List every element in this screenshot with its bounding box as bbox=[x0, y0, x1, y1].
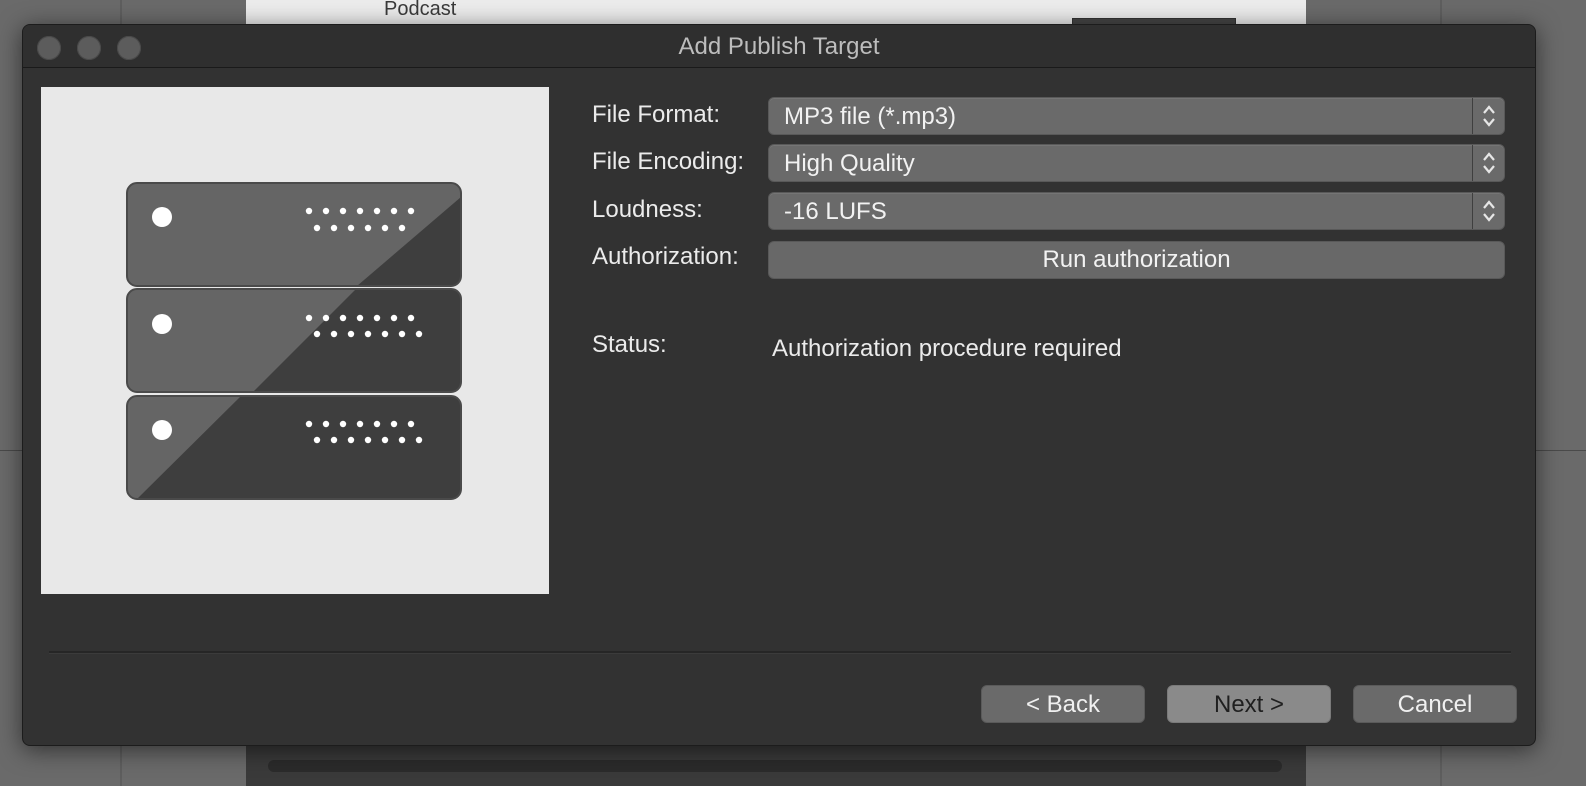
led-dot bbox=[347, 330, 355, 338]
led-dot bbox=[373, 420, 381, 428]
led-dot bbox=[364, 224, 372, 232]
background-scrollbar bbox=[268, 760, 1282, 772]
led-dot bbox=[407, 314, 415, 322]
server-unit bbox=[127, 396, 461, 499]
led-dot bbox=[381, 436, 389, 444]
led-dot bbox=[407, 420, 415, 428]
led-dot bbox=[407, 207, 415, 215]
led-dot bbox=[339, 420, 347, 428]
led-dot bbox=[339, 314, 347, 322]
up-down-chevron-icon bbox=[1472, 193, 1504, 229]
led-dot bbox=[364, 330, 372, 338]
led-dot bbox=[390, 420, 398, 428]
led-dot bbox=[390, 314, 398, 322]
led-dot bbox=[347, 224, 355, 232]
led-dot bbox=[330, 330, 338, 338]
add-publish-target-dialog: Add Publish Target File Format: MP3 file… bbox=[22, 24, 1536, 746]
up-down-chevron-icon bbox=[1472, 98, 1504, 134]
led-dot bbox=[322, 207, 330, 215]
status-label: Status: bbox=[592, 331, 667, 358]
led-dot bbox=[390, 207, 398, 215]
file-encoding-label: File Encoding: bbox=[592, 148, 745, 175]
authorization-label: Authorization: bbox=[592, 243, 739, 270]
run-authorization-button[interactable]: Run authorization bbox=[768, 241, 1505, 279]
up-down-chevron-icon bbox=[1472, 145, 1504, 181]
led-dot bbox=[356, 207, 364, 215]
server-rack-icon bbox=[126, 182, 462, 500]
dialog-title: Add Publish Target bbox=[678, 33, 880, 60]
led-dot bbox=[339, 207, 347, 215]
led-dot bbox=[373, 314, 381, 322]
background-divider bbox=[0, 450, 22, 451]
led-dot bbox=[330, 224, 338, 232]
led-dot bbox=[356, 420, 364, 428]
led-dot bbox=[330, 436, 338, 444]
led-dot bbox=[373, 207, 381, 215]
led-dot bbox=[305, 314, 313, 322]
file-encoding-value: High Quality bbox=[784, 150, 915, 177]
background-bottom-area bbox=[246, 746, 1306, 786]
led-dot bbox=[313, 330, 321, 338]
led-dot bbox=[398, 224, 406, 232]
led-dot bbox=[364, 436, 372, 444]
led-dot bbox=[415, 436, 423, 444]
file-format-value: MP3 file (*.mp3) bbox=[784, 103, 957, 130]
led-dot bbox=[322, 420, 330, 428]
loudness-value: -16 LUFS bbox=[784, 198, 887, 225]
led-dot bbox=[398, 330, 406, 338]
background-podcast-label: Podcast bbox=[384, 0, 457, 20]
server-unit bbox=[127, 289, 461, 392]
led-dot bbox=[305, 207, 313, 215]
loudness-select[interactable]: -16 LUFS bbox=[768, 192, 1505, 230]
led-dot bbox=[305, 420, 313, 428]
led-dot bbox=[381, 224, 389, 232]
server-unit bbox=[127, 183, 461, 286]
led-dot bbox=[313, 224, 321, 232]
footer-divider bbox=[49, 651, 1511, 654]
next-button[interactable]: Next > bbox=[1167, 685, 1331, 723]
back-button[interactable]: < Back bbox=[981, 685, 1145, 723]
cancel-button[interactable]: Cancel bbox=[1353, 685, 1517, 723]
file-format-label: File Format: bbox=[592, 101, 721, 128]
file-encoding-select[interactable]: High Quality bbox=[768, 144, 1505, 182]
background-divider bbox=[1536, 450, 1586, 451]
target-preview-image bbox=[41, 87, 549, 594]
led-dot bbox=[415, 330, 423, 338]
led-dot bbox=[356, 314, 364, 322]
led-dot bbox=[381, 330, 389, 338]
status-value: Authorization procedure required bbox=[772, 335, 1122, 362]
title-bar: Add Publish Target bbox=[23, 25, 1535, 68]
led-dot bbox=[347, 436, 355, 444]
loudness-label: Loudness: bbox=[592, 196, 703, 223]
led-dot bbox=[313, 436, 321, 444]
file-format-select[interactable]: MP3 file (*.mp3) bbox=[768, 97, 1505, 135]
led-dot bbox=[322, 314, 330, 322]
led-dot bbox=[398, 436, 406, 444]
